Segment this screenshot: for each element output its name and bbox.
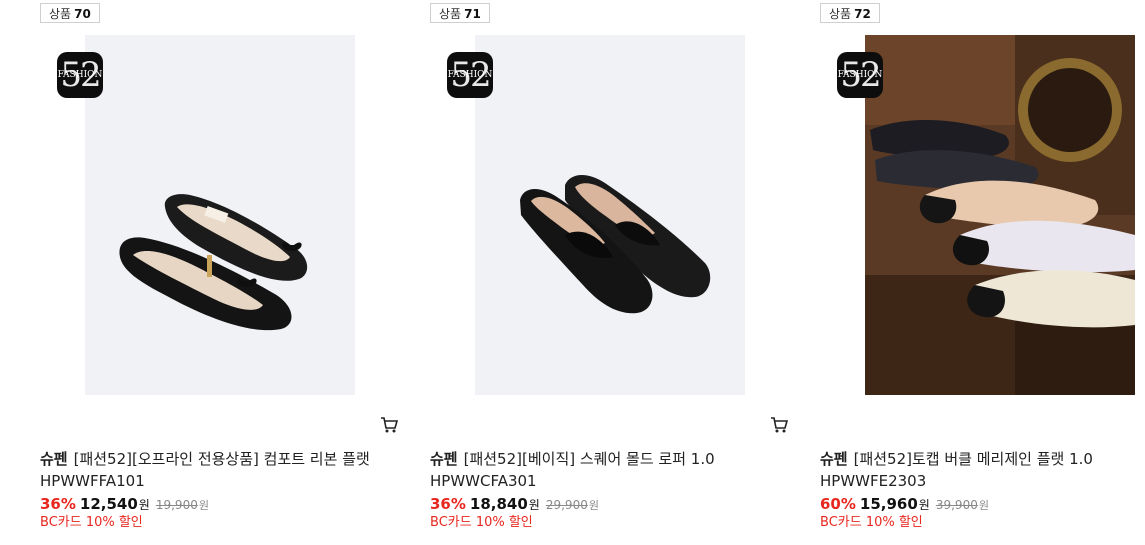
product-title[interactable]: 슈펜 [패션52][베이직] 스퀘어 몰드 로퍼 1.0 HPWWCFA301 [430, 448, 775, 492]
product-image[interactable] [865, 35, 1135, 395]
product-sku: HPWWCFA301 [430, 472, 537, 490]
original-price: 29,900 [545, 498, 588, 512]
discount-rate: 36% [430, 495, 466, 513]
fashion52-logo: 52 FASHION [447, 52, 493, 98]
cart-icon[interactable] [770, 417, 788, 433]
cart-icon[interactable] [380, 417, 398, 433]
card-discount-text: BC카드 10% 할인 [430, 515, 533, 530]
product-name: [패션52][오프라인 전용상품] 컴포트 리본 플랫 [73, 450, 370, 468]
product-number-badge: 상품 70 [40, 3, 100, 23]
sale-price: 12,540 [79, 495, 138, 513]
original-price: 39,900 [935, 498, 978, 512]
card-discount-text: BC카드 10% 할인 [40, 515, 143, 530]
fashion52-logo: 52 FASHION [57, 52, 103, 98]
product-title[interactable]: 슈펜 [패션52]토캡 버클 메리제인 플랫 1.0 HPWWFE2303 [820, 448, 1145, 492]
discount-rate: 60% [820, 495, 856, 513]
brand-name: 슈펜 [820, 450, 848, 468]
product-image[interactable] [475, 35, 745, 395]
discount-rate: 36% [40, 495, 76, 513]
product-card-71[interactable]: 상품 71 52 FASHION 슈펜 [패션52][베이직] 스퀘어 몰드 로퍼 … [430, 0, 788, 545]
product-title[interactable]: 슈펜 [패션52][오프라인 전용상품] 컴포트 리본 플랫 HPWWFFA101 [40, 448, 385, 492]
product-card-72[interactable]: 상품 72 52 FASHION 슈펜 [패션52]토캡 버클 메리제인 플랫 1.… [820, 0, 1145, 545]
product-name: [패션52][베이직] 스퀘어 몰드 로퍼 1.0 [463, 450, 715, 468]
product-number-badge: 상품 71 [430, 3, 490, 23]
product-sku: HPWWFFA101 [40, 472, 145, 490]
product-name: [패션52]토캡 버클 메리제인 플랫 1.0 [853, 450, 1093, 468]
price-row: 36% 18,840원 29,900원 [430, 495, 599, 513]
product-number-badge: 상품 72 [820, 3, 880, 23]
product-sku: HPWWFE2303 [820, 472, 927, 490]
product-card-70[interactable]: 상품 70 52 FASHION 슈펜 [패션52][오프라인 전용상품] 컴포트 … [40, 0, 398, 545]
brand-name: 슈펜 [40, 450, 68, 468]
card-discount-text: BC카드 10% 할인 [820, 515, 923, 530]
price-row: 36% 12,540원 19,900원 [40, 495, 209, 513]
price-row: 60% 15,960원 39,900원 [820, 495, 989, 513]
brand-name: 슈펜 [430, 450, 458, 468]
original-price: 19,900 [155, 498, 198, 512]
fashion52-logo: 52 FASHION [837, 52, 883, 98]
product-image[interactable] [85, 35, 355, 395]
sale-price: 15,960 [859, 495, 918, 513]
sale-price: 18,840 [469, 495, 528, 513]
